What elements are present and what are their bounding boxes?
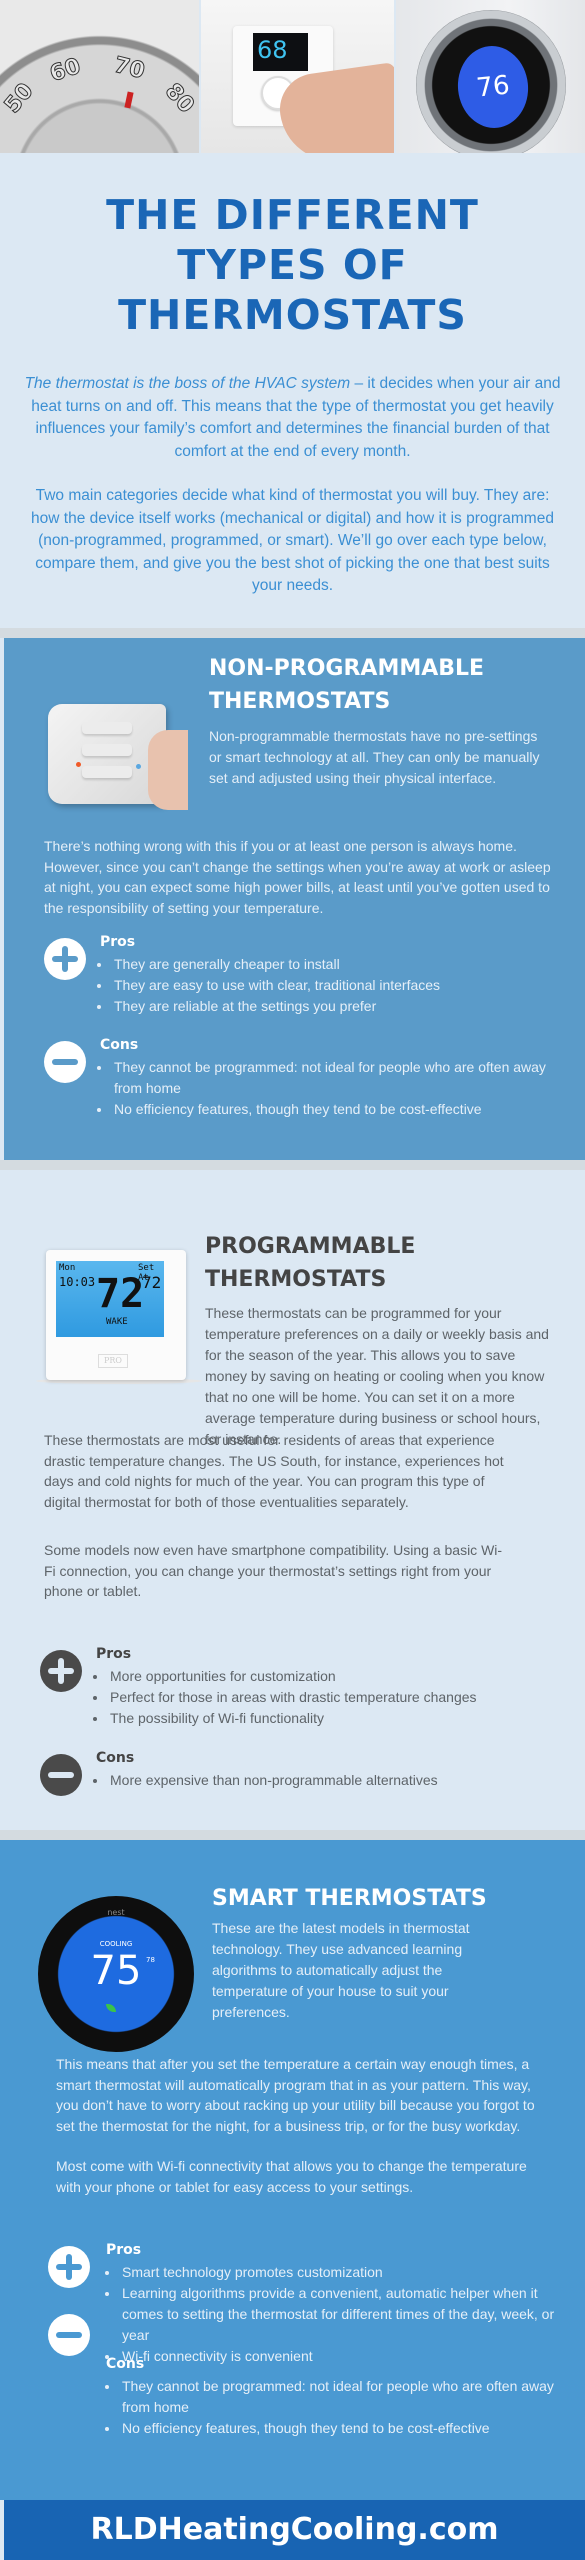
cons-label: Cons [96,1750,135,1766]
section-divider [0,1160,585,1170]
section-body: Most come with Wi-fi connectivity that a… [56,2158,527,2195]
section-body: Some models now even have smartphone com… [44,1542,503,1599]
title-line: TYPES OF [177,241,408,289]
cons-item: They cannot be programmed: not ideal for… [120,2376,560,2418]
cons-item: They cannot be programmed: not ideal for… [112,1057,552,1099]
cons-item: More expensive than non-programmable alt… [108,1770,568,1791]
section-body: There’s nothing wrong with this if you o… [44,838,551,916]
mode-label: COOLING [99,1940,133,1948]
section-smart: nest COOLING 75 78 SMART THERMOSTATS The… [0,1840,585,2500]
section-divider [0,1830,585,1840]
pros-label: Pros [96,1646,132,1662]
dial-needle-icon [124,91,134,109]
section-description: These are the latest models in thermosta… [212,1920,470,2020]
intro-paragraph: Two main categories decide what kind of … [31,487,554,594]
pros-list: They are generally cheaper to install Th… [112,954,552,1017]
cons-item: No efficiency features, though they tend… [120,2418,560,2439]
thermostat-lcd: Mon 10:03 72 Set At 72 WAKE [56,1261,164,1337]
dial-thermostat-photo: 50 60 70 80 [0,0,199,153]
target-temperature: 78 [146,1956,155,1964]
cons-list: They cannot be programmed: not ideal for… [112,1057,552,1120]
hero-image-strip: 50 60 70 80 68 76 [0,0,585,155]
cons-list: They cannot be programmed: not ideal for… [120,2376,560,2439]
section-title: NON-PROGRAMMABLE THERMOSTATS [209,652,484,718]
lcd-day: Mon [59,1263,76,1273]
footer-website[interactable]: RLDHeatingCooling.com [4,2500,585,2560]
lcd-temperature: 72 [96,1271,145,1317]
section-description: These thermostats can be programmed for … [205,1305,549,1447]
slider-icon [82,722,132,734]
brand-logo: PRO [98,1354,128,1368]
thermostat-display: 68 [253,33,308,71]
section-title-line: PROGRAMMABLE [205,1234,416,1259]
plus-icon [48,2246,90,2288]
smart-thermostat-image: nest COOLING 75 78 [38,1896,194,2052]
section-title-line: SMART THERMOSTATS [212,1886,487,1911]
dial-label: 80 [159,78,199,119]
slider-icon [82,766,132,778]
minus-icon [40,1754,82,1796]
section-title-line: THERMOSTATS [209,689,391,714]
title-line: THE DIFFERENT [106,191,479,239]
pros-list: Smart technology promotes customization … [120,2262,560,2367]
pros-item: The possibility of Wi-fi functionality [108,1708,568,1729]
section-description: Non-programmable thermostats have no pre… [209,728,540,786]
intro-text: The thermostat is the boss of the HVAC s… [22,373,563,598]
slider-icon [82,744,132,756]
section-programmable: Mon 10:03 72 Set At 72 WAKE PRO PROGRAMM… [0,1170,585,1798]
pros-list: More opportunities for customization Per… [108,1666,568,1729]
pros-label: Pros [100,934,136,950]
minus-icon [44,1041,86,1083]
temperature-display: 75 [90,1948,142,1994]
cons-list: More expensive than non-programmable alt… [108,1770,568,1791]
pros-item: More opportunities for customization [108,1666,568,1687]
section-title-line: THERMOSTATS [205,1267,387,1292]
section-title: SMART THERMOSTATS [212,1882,487,1915]
pros-item: They are reliable at the settings you pr… [112,996,552,1017]
plus-icon [40,1650,82,1692]
minus-icon [48,2314,90,2356]
lcd-set-temp: 72 [142,1273,162,1292]
pros-item: They are generally cheaper to install [112,954,552,975]
programmable-thermostat-image: Mon 10:03 72 Set At 72 WAKE PRO [36,1250,206,1390]
pros-item: Perfect for those in areas with drastic … [108,1687,568,1708]
lcd-time: 10:03 [59,1275,96,1289]
section-non-programmable: NON-PROGRAMMABLE THERMOSTATS Non-program… [4,638,585,1164]
heat-indicator-icon [76,762,81,767]
section-body: This means that after you set the temper… [56,2056,535,2134]
dial-label: 50 [0,78,39,119]
thermostat-housing: Mon 10:03 72 Set At 72 WAKE PRO [46,1250,186,1380]
pros-label: Pros [106,2242,142,2258]
pros-item: They are easy to use with clear, traditi… [112,975,552,996]
brand-label: nest [107,1908,125,1917]
cool-indicator-icon [136,764,141,769]
hand-icon [148,730,188,810]
page-title: THE DIFFERENT TYPES OF THERMOSTATS [0,190,585,340]
smart-thermostat-photo: 76 [396,0,585,153]
pros-item: Wi-fi connectivity is convenient [120,2346,560,2367]
cons-label: Cons [100,1037,139,1053]
section-body: These thermostats are most useful for re… [44,1432,504,1510]
section-divider [0,628,585,638]
pros-item: Learning algorithms provide a convenient… [120,2283,560,2346]
plus-icon [44,938,86,980]
intro-paragraph: The thermostat is the boss of the HVAC s… [22,373,563,463]
title-line: THERMOSTATS [118,291,467,339]
lcd-mode: WAKE [106,1317,128,1327]
digital-thermostat-photo: 68 [201,0,394,153]
dial-label: 60 [46,53,84,88]
pros-item: Smart technology promotes customization [120,2262,560,2283]
section-title: PROGRAMMABLE THERMOSTATS [205,1230,415,1296]
cons-label: Cons [106,2356,145,2372]
dial-label: 70 [111,52,148,85]
section-title-line: NON-PROGRAMMABLE [209,656,485,681]
cons-item: No efficiency features, though they tend… [112,1099,552,1120]
non-programmable-thermostat-image [48,678,198,818]
intro-emphasis: The thermostat is the boss of the HVAC s… [24,375,351,392]
